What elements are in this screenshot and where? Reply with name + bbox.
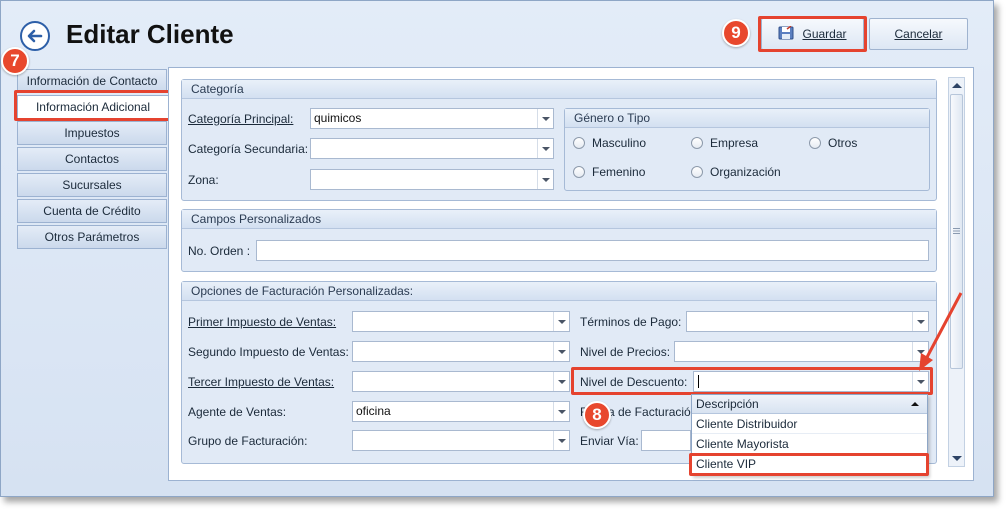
dropdown-option[interactable]: Cliente VIP xyxy=(692,454,927,474)
zona-label: Zona: xyxy=(188,173,219,187)
terminos-label: Términos de Pago: xyxy=(580,315,682,329)
text-cursor xyxy=(698,375,699,389)
orden-label: No. Orden : xyxy=(188,244,251,258)
scroll-thumb[interactable] xyxy=(950,94,963,369)
facturacion-title: Opciones de Facturación Personalizadas: xyxy=(182,282,936,301)
scroll-up-icon[interactable] xyxy=(952,83,962,88)
grupo-combo[interactable] xyxy=(352,430,570,451)
segundo-impuesto-label: Segundo Impuesto de Ventas: xyxy=(188,345,349,359)
genero-title: Género o Tipo xyxy=(565,109,929,128)
dropdown-header-label: Descripción xyxy=(696,397,759,411)
chevron-down-icon[interactable] xyxy=(553,431,569,450)
enviar-via-combo[interactable] xyxy=(641,430,691,451)
back-arrow-icon[interactable] xyxy=(20,21,50,51)
page-title: Editar Cliente xyxy=(66,19,234,49)
categoria-secundaria-combo[interactable] xyxy=(310,138,554,159)
step-badge-7: 7 xyxy=(1,47,29,75)
descuento-dropdown-list: Descripción Cliente Distribuidor Cliente… xyxy=(691,394,928,476)
chevron-down-icon[interactable] xyxy=(912,342,928,361)
radio-dot-icon[interactable] xyxy=(691,137,703,149)
step-badge-9: 9 xyxy=(722,19,750,47)
primer-impuesto-combo[interactable] xyxy=(352,311,570,332)
edit-client-window: Editar Cliente Guardar Cancelar 9 Inform… xyxy=(0,0,994,497)
categoria-principal-combo[interactable]: quimicos xyxy=(310,108,554,129)
chevron-down-icon[interactable] xyxy=(553,372,569,391)
save-disk-icon xyxy=(778,24,794,43)
nav-item-adicional[interactable]: Información Adicional xyxy=(17,95,169,119)
agente-label: Agente de Ventas: xyxy=(188,405,287,419)
radio-organizacion[interactable]: Organización xyxy=(691,165,781,179)
campos-title: Campos Personalizados xyxy=(182,210,936,229)
chevron-down-icon[interactable] xyxy=(537,170,553,189)
segundo-impuesto-combo[interactable] xyxy=(352,341,570,362)
chevron-down-icon[interactable] xyxy=(553,312,569,331)
zona-combo[interactable] xyxy=(310,169,554,190)
nav-item-impuestos[interactable]: Impuestos xyxy=(17,121,167,145)
left-nav: Información de Contacto Información Adic… xyxy=(17,69,169,251)
radio-label: Organización xyxy=(710,165,781,179)
agente-combo[interactable]: oficina xyxy=(352,401,570,422)
step-badge-8: 8 xyxy=(583,401,611,429)
cancel-button[interactable]: Cancelar xyxy=(869,18,968,50)
save-label: Guardar xyxy=(802,27,847,41)
nivel-descuento-label: Nivel de Descuento: xyxy=(580,375,688,389)
tercer-impuesto-label: Tercer Impuesto de Ventas: xyxy=(188,375,335,389)
chevron-down-icon[interactable] xyxy=(912,312,928,331)
terminos-combo[interactable] xyxy=(686,311,929,332)
dropdown-option[interactable]: Cliente Mayorista xyxy=(692,434,927,454)
categoria-principal-label: Categoría Principal: xyxy=(188,112,294,126)
radio-dot-icon[interactable] xyxy=(809,137,821,149)
grupo-label: Grupo de Facturación: xyxy=(188,434,308,448)
enviar-via-label: Enviar Vía: xyxy=(580,434,639,448)
chevron-down-icon[interactable] xyxy=(912,372,928,391)
agente-value: oficina xyxy=(356,404,391,418)
dropdown-header[interactable]: Descripción xyxy=(692,395,927,414)
radio-masculino[interactable]: Masculino xyxy=(573,136,646,150)
radio-dot-icon[interactable] xyxy=(691,166,703,178)
radio-dot-icon[interactable] xyxy=(573,137,585,149)
primer-impuesto-label: Primer Impuesto de Ventas: xyxy=(188,315,337,329)
nav-item-otros[interactable]: Otros Parámetros xyxy=(17,225,167,249)
vertical-scrollbar[interactable] xyxy=(948,77,965,467)
nivel-precios-combo[interactable] xyxy=(674,341,929,362)
nav-item-contacto[interactable]: Información de Contacto xyxy=(17,69,167,93)
radio-label: Femenino xyxy=(592,165,646,179)
radio-otros[interactable]: Otros xyxy=(809,136,857,150)
sort-up-icon xyxy=(911,402,919,406)
radio-dot-icon[interactable] xyxy=(573,166,585,178)
chevron-down-icon[interactable] xyxy=(553,342,569,361)
chevron-down-icon[interactable] xyxy=(537,139,553,158)
cancel-label: Cancelar xyxy=(894,27,943,41)
radio-label: Empresa xyxy=(710,136,759,150)
nivel-descuento-combo[interactable] xyxy=(693,371,929,392)
nav-item-contactos[interactable]: Contactos xyxy=(17,147,167,171)
nav-item-credito[interactable]: Cuenta de Crédito xyxy=(17,199,167,223)
dropdown-option[interactable]: Cliente Distribuidor xyxy=(692,414,927,434)
save-button[interactable]: Guardar xyxy=(761,18,864,50)
scroll-down-icon[interactable] xyxy=(952,456,962,461)
tercer-impuesto-combo[interactable] xyxy=(352,371,570,392)
categoria-principal-value: quimicos xyxy=(314,111,362,125)
nivel-precios-label: Nivel de Precios: xyxy=(580,345,671,359)
radio-label: Otros xyxy=(828,136,858,150)
nav-item-sucursales[interactable]: Sucursales xyxy=(17,173,167,197)
radio-label: Masculino xyxy=(592,136,647,150)
categoria-title: Categoría xyxy=(182,80,936,99)
radio-empresa[interactable]: Empresa xyxy=(691,136,758,150)
orden-input[interactable] xyxy=(256,240,929,261)
chevron-down-icon[interactable] xyxy=(553,402,569,421)
chevron-down-icon[interactable] xyxy=(537,109,553,128)
radio-femenino[interactable]: Femenino xyxy=(573,165,645,179)
categoria-secundaria-label: Categoría Secundaria: xyxy=(188,142,309,156)
